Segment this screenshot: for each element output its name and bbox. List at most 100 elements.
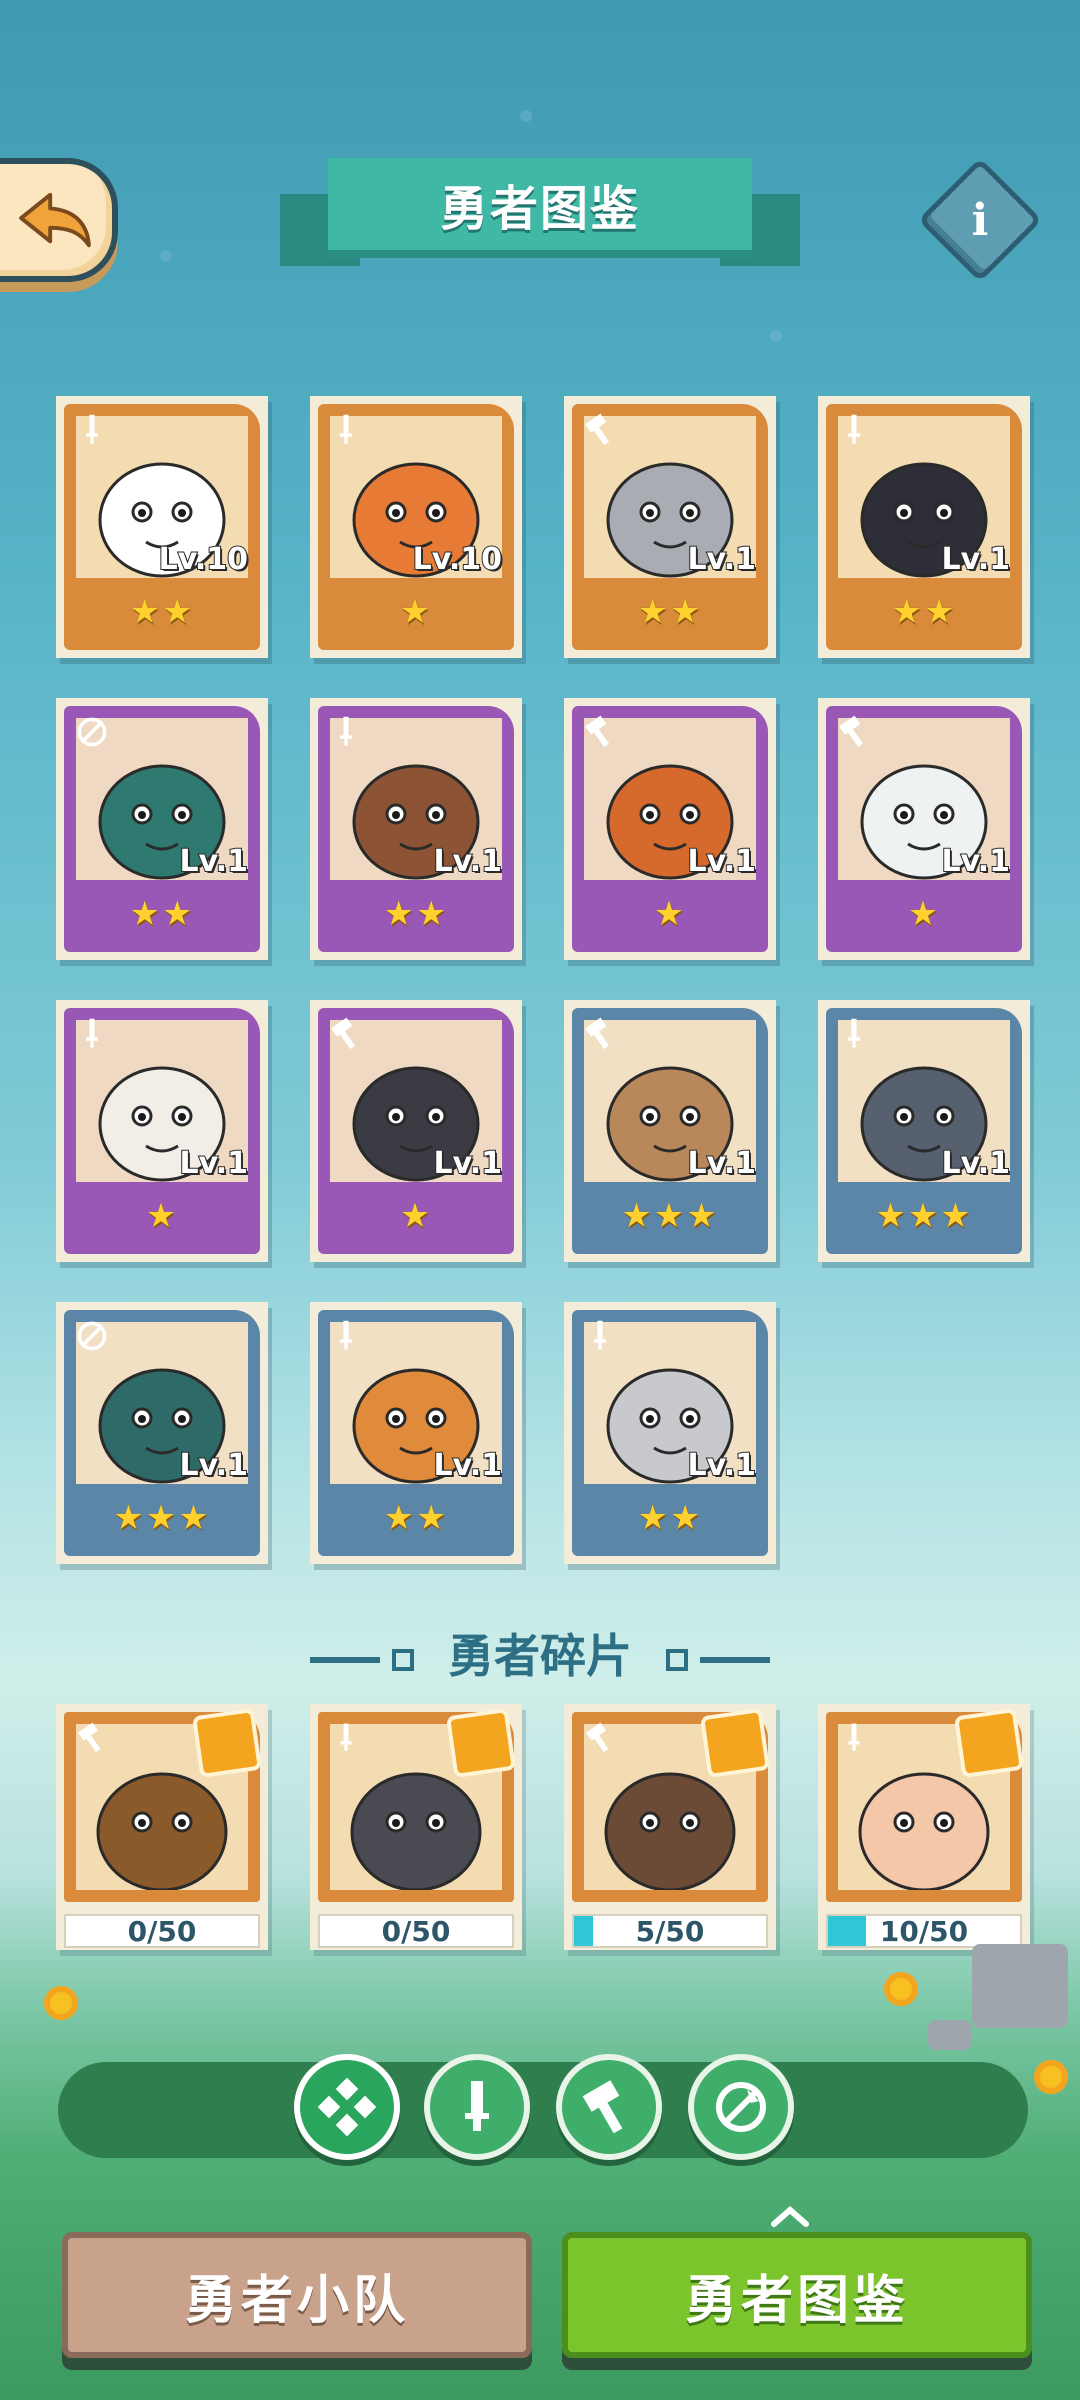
flower-decoration bbox=[884, 1972, 918, 2006]
hero-card[interactable]: Lv.1 ★★★ bbox=[56, 1302, 268, 1564]
hero-level: Lv.1 bbox=[179, 843, 249, 880]
title-banner: 勇者图鉴 bbox=[280, 158, 800, 278]
hero-stars: ★★ bbox=[891, 592, 957, 632]
sword-icon bbox=[324, 1716, 368, 1760]
sword-icon bbox=[70, 408, 114, 452]
tab-hero-squad-label: 勇者小队 bbox=[184, 2270, 409, 2331]
page-title: 勇者图鉴 bbox=[328, 158, 752, 258]
sword-icon bbox=[324, 408, 368, 452]
sword-icon bbox=[324, 1314, 368, 1358]
hero-level: Lv.1 bbox=[687, 1145, 757, 1182]
hero-shard-card[interactable]: 0/50 bbox=[310, 1704, 522, 1950]
hero-level: Lv.10 bbox=[412, 541, 503, 578]
hero-level: Lv.1 bbox=[687, 541, 757, 578]
hero-card[interactable]: Lv.1 ★★ bbox=[564, 1302, 776, 1564]
sword-icon bbox=[832, 408, 876, 452]
hero-card[interactable]: Lv.1 ★ bbox=[564, 698, 776, 960]
puzzle-piece-icon bbox=[445, 1707, 517, 1779]
divider-dot bbox=[666, 1648, 689, 1671]
forbidden-icon bbox=[70, 710, 114, 754]
shard-count: 0/50 bbox=[381, 1914, 451, 1948]
hero-card[interactable]: Lv.1 ★★ bbox=[56, 698, 268, 960]
hero-card[interactable]: Lv.10 ★★ bbox=[56, 396, 268, 658]
filter-hammer-button[interactable] bbox=[556, 2054, 662, 2160]
info-button[interactable]: i bbox=[917, 157, 1043, 283]
bg-sparkle bbox=[520, 110, 532, 122]
puzzle-piece-icon bbox=[699, 1707, 771, 1779]
hero-level: Lv.1 bbox=[941, 1145, 1011, 1182]
sword-icon bbox=[578, 1314, 622, 1358]
bg-sparkle bbox=[160, 250, 172, 262]
hero-card[interactable]: Lv.1 ★ bbox=[818, 698, 1030, 960]
hero-card[interactable]: Lv.1 ★★ bbox=[310, 698, 522, 960]
tab-hero-codex-label: 勇者图鉴 bbox=[684, 2270, 909, 2331]
hammer-icon bbox=[578, 710, 622, 754]
rock-decoration bbox=[928, 2020, 972, 2050]
bg-sparkle bbox=[770, 330, 782, 342]
filter-sword-button[interactable] bbox=[424, 2054, 530, 2160]
tab-hero-codex[interactable]: 勇者图鉴 bbox=[562, 2232, 1032, 2358]
sword-icon bbox=[70, 1012, 114, 1056]
hero-card[interactable]: Lv.1 ★★ bbox=[818, 396, 1030, 658]
sword-icon bbox=[465, 2081, 489, 2131]
puzzle-piece-icon bbox=[953, 1707, 1025, 1779]
filter-all-button[interactable] bbox=[294, 2054, 400, 2160]
hammer-icon bbox=[70, 1716, 114, 1760]
hero-card[interactable]: Lv.1 ★ bbox=[310, 1000, 522, 1262]
hero-level: Lv.1 bbox=[941, 843, 1011, 880]
shard-progress-bar: 0/50 bbox=[64, 1914, 260, 1948]
hero-shard-card[interactable]: 5/50 bbox=[564, 1704, 776, 1950]
hero-stars: ★ bbox=[907, 894, 941, 934]
sword-icon bbox=[832, 1012, 876, 1056]
active-tab-caret-icon bbox=[771, 2206, 809, 2227]
hero-level: Lv.1 bbox=[687, 843, 757, 880]
hero-level: Lv.1 bbox=[433, 1145, 503, 1182]
shards-section-title: 勇者碎片 bbox=[0, 1620, 1080, 1686]
hero-stars: ★ bbox=[399, 592, 433, 632]
hero-card[interactable]: Lv.1 ★★ bbox=[310, 1302, 522, 1564]
divider-line bbox=[700, 1656, 771, 1663]
hero-stars: ★★★ bbox=[875, 1196, 973, 1236]
shard-count: 5/50 bbox=[635, 1914, 705, 1948]
rock-decoration bbox=[972, 1944, 1068, 2028]
tab-hero-squad[interactable]: 勇者小队 bbox=[62, 2232, 532, 2358]
hero-card[interactable]: Lv.1 ★ bbox=[56, 1000, 268, 1262]
hammer-icon bbox=[582, 2080, 623, 2134]
shard-count: 10/50 bbox=[879, 1914, 969, 1948]
forbidden-icon bbox=[716, 2082, 766, 2132]
filter-bar bbox=[58, 2062, 1028, 2158]
hero-stars: ★ bbox=[145, 1196, 179, 1236]
hammer-icon bbox=[832, 710, 876, 754]
sword-icon bbox=[832, 1716, 876, 1760]
filter-forbidden-button[interactable] bbox=[688, 2054, 794, 2160]
hero-shard-card[interactable]: 0/50 bbox=[56, 1704, 268, 1950]
hero-stars: ★★ bbox=[129, 592, 195, 632]
hero-stars: ★★★ bbox=[113, 1498, 211, 1538]
all-diamond-icon bbox=[317, 2077, 377, 2137]
hero-level: Lv.1 bbox=[687, 1447, 757, 1484]
hero-shard-card[interactable]: 10/50 bbox=[818, 1704, 1030, 1950]
hero-card[interactable]: Lv.1 ★★★ bbox=[564, 1000, 776, 1262]
hero-level: Lv.1 bbox=[433, 1447, 503, 1484]
back-arrow-icon bbox=[19, 192, 91, 248]
back-button[interactable] bbox=[0, 158, 118, 282]
forbidden-icon bbox=[70, 1314, 114, 1358]
hammer-icon bbox=[578, 1716, 622, 1760]
puzzle-piece-icon bbox=[191, 1707, 263, 1779]
divider-dot bbox=[391, 1648, 414, 1671]
hero-stars: ★★★ bbox=[621, 1196, 719, 1236]
hero-level: Lv.1 bbox=[941, 541, 1011, 578]
shard-progress-bar: 10/50 bbox=[826, 1914, 1022, 1948]
divider-line bbox=[309, 1656, 380, 1663]
hero-card[interactable]: Lv.10 ★ bbox=[310, 396, 522, 658]
hero-level: Lv.1 bbox=[433, 843, 503, 880]
hero-stars: ★ bbox=[653, 894, 687, 934]
hero-card[interactable]: Lv.1 ★★ bbox=[564, 396, 776, 658]
hero-stars: ★★ bbox=[637, 1498, 703, 1538]
shard-count: 0/50 bbox=[127, 1914, 197, 1948]
hero-stars: ★★ bbox=[383, 1498, 449, 1538]
hero-stars: ★★ bbox=[129, 894, 195, 934]
sword-icon bbox=[324, 710, 368, 754]
flower-decoration bbox=[1034, 2060, 1068, 2094]
hero-card[interactable]: Lv.1 ★★★ bbox=[818, 1000, 1030, 1262]
